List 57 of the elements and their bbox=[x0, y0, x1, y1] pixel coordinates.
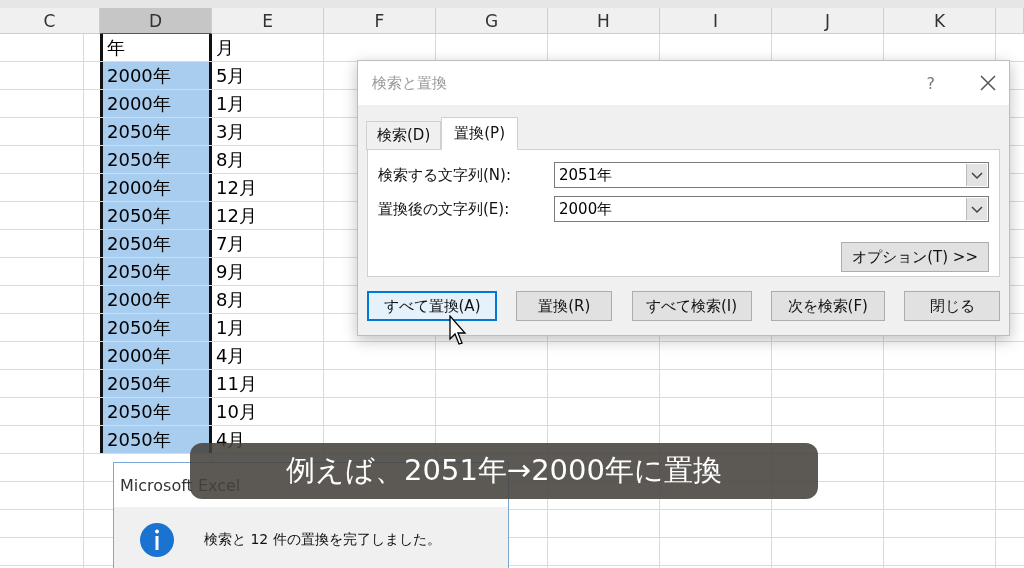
table-cell-text: 3月 bbox=[215, 119, 247, 144]
column-header[interactable]: I bbox=[660, 8, 772, 34]
combo-field[interactable]: 2051年 bbox=[554, 162, 989, 188]
table-cell-text: 12月 bbox=[215, 203, 258, 228]
table-cell: 2000年 bbox=[100, 90, 212, 117]
table-cell: 2050年 bbox=[100, 370, 212, 397]
dialog-title: 検索と置換 bbox=[372, 73, 448, 93]
table-cell-text: 12月 bbox=[215, 175, 258, 200]
table-cell: 2050年 bbox=[100, 230, 212, 257]
combo-field[interactable]: 2000年 bbox=[554, 196, 989, 222]
column-header[interactable]: C bbox=[0, 8, 100, 34]
tab[interactable]: 検索(D) bbox=[366, 121, 442, 150]
table-cell: 2000年 bbox=[100, 286, 212, 313]
info-icon bbox=[140, 523, 174, 557]
column-header[interactable]: F bbox=[324, 8, 436, 34]
dialog-button[interactable]: 置換(R) bbox=[516, 291, 613, 321]
field-label: 検索する文字列(N): bbox=[378, 165, 512, 185]
table-cell: 2050年 bbox=[100, 118, 212, 145]
table-cell: 2000年 bbox=[100, 62, 212, 89]
dropdown-icon[interactable] bbox=[966, 198, 987, 220]
table-cell-text: 8月 bbox=[215, 147, 247, 172]
pointer-icon bbox=[449, 315, 467, 347]
close-icon[interactable] bbox=[979, 74, 997, 92]
tab[interactable]: 置換(P) bbox=[441, 117, 518, 150]
table-cell: 2000年 bbox=[100, 174, 212, 201]
table-cell-text: 11月 bbox=[215, 371, 258, 396]
options-button[interactable]: オプション(T) >> bbox=[841, 242, 989, 272]
table-cell-text: 5月 bbox=[215, 63, 247, 88]
column-header[interactable]: H bbox=[548, 8, 660, 34]
dialog-button[interactable]: すべて置換(A) bbox=[367, 291, 497, 321]
table-cell-text: 1月 bbox=[215, 315, 247, 340]
column-header[interactable]: D bbox=[100, 8, 212, 34]
table-cell-text: 月 bbox=[215, 35, 235, 60]
table-cell-text: 9月 bbox=[215, 259, 247, 284]
table-cell-text: 1月 bbox=[215, 91, 247, 116]
table-cell-text: 8月 bbox=[215, 287, 247, 312]
message-text: 検索と 12 件の置換を完了しました。 bbox=[204, 531, 441, 549]
column-header[interactable]: G bbox=[436, 8, 548, 34]
table-cell: 2050年 bbox=[100, 146, 212, 173]
table-cell-text: 4月 bbox=[215, 343, 247, 368]
dialog-button[interactable]: 閉じる bbox=[904, 291, 1000, 321]
column-header[interactable]: E bbox=[212, 8, 324, 34]
table-cell-text: 7月 bbox=[215, 231, 247, 256]
table-cell: 2050年 bbox=[100, 202, 212, 229]
table-cell-text: 10月 bbox=[215, 399, 258, 424]
table-cell: 2050年 bbox=[100, 258, 212, 285]
dialog-button[interactable]: 次を検索(F) bbox=[770, 291, 885, 321]
table-cell: 2050年 bbox=[100, 426, 212, 453]
table-cell: 2050年 bbox=[100, 314, 212, 341]
field-label: 置換後の文字列(E): bbox=[378, 199, 511, 219]
column-header[interactable]: K bbox=[884, 8, 996, 34]
dropdown-icon[interactable] bbox=[966, 164, 987, 186]
table-cell: 2000年 bbox=[100, 342, 212, 369]
dialog-button[interactable]: すべて検索(I) bbox=[631, 291, 752, 321]
table-cell: 2050年 bbox=[100, 398, 212, 425]
column-header[interactable]: J bbox=[772, 8, 884, 34]
help-button[interactable]: ? bbox=[926, 73, 935, 93]
